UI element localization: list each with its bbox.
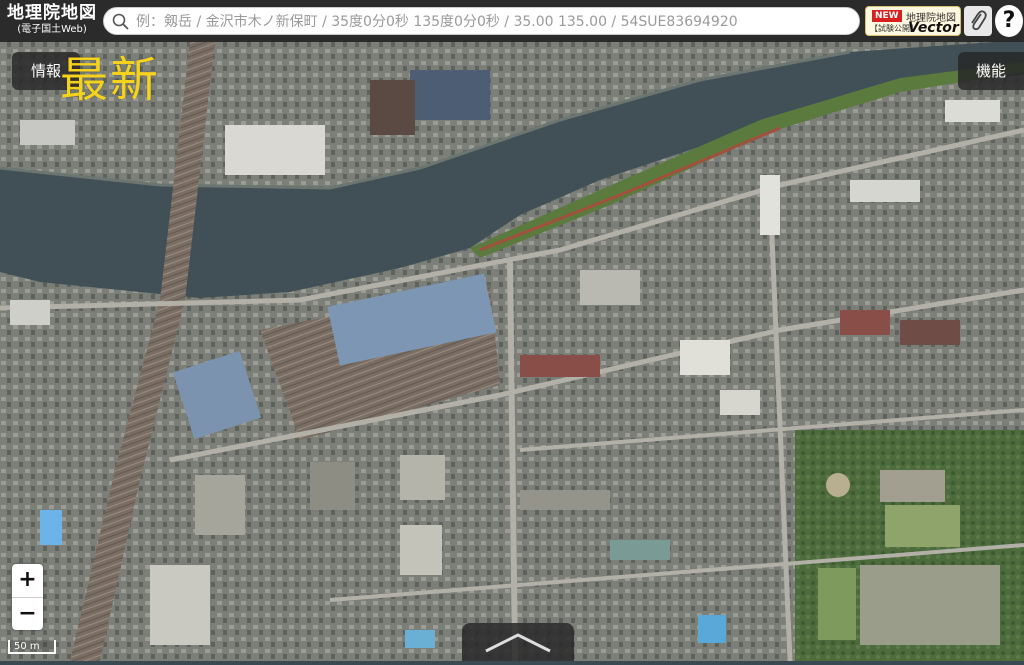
vector-map-button[interactable]: NEW 地理院地図 【試験公開】 Vector (865, 6, 961, 36)
newest-label: 最新 (60, 52, 161, 108)
expand-panel-button[interactable] (462, 623, 574, 661)
logo-subtitle: (電子国土Web) (17, 24, 87, 35)
chevron-up-icon (485, 633, 551, 653)
zoom-out-button[interactable]: − (12, 598, 43, 631)
zoom-in-button[interactable]: + (12, 564, 43, 598)
paperclip-button[interactable] (964, 6, 992, 36)
vector-label: Vector (908, 20, 959, 36)
search-icon (112, 13, 129, 30)
functions-button[interactable]: 機能 (958, 52, 1024, 90)
search-input[interactable] (134, 10, 853, 34)
help-icon[interactable]: ? (995, 5, 1023, 37)
zoom-control: + − (12, 564, 43, 630)
paperclip-icon (971, 10, 987, 31)
logo-title: 地理院地図 (7, 3, 97, 23)
top-toolbar: 地理院地図 (電子国土Web) NEW 地理院地図 【試験公開】 Vector … (0, 0, 1024, 42)
scale-bar: 50 m (8, 640, 56, 654)
new-badge: NEW (872, 10, 902, 22)
search-box[interactable] (103, 7, 860, 35)
site-logo[interactable]: 地理院地図 (電子国土Web) (4, 4, 100, 38)
